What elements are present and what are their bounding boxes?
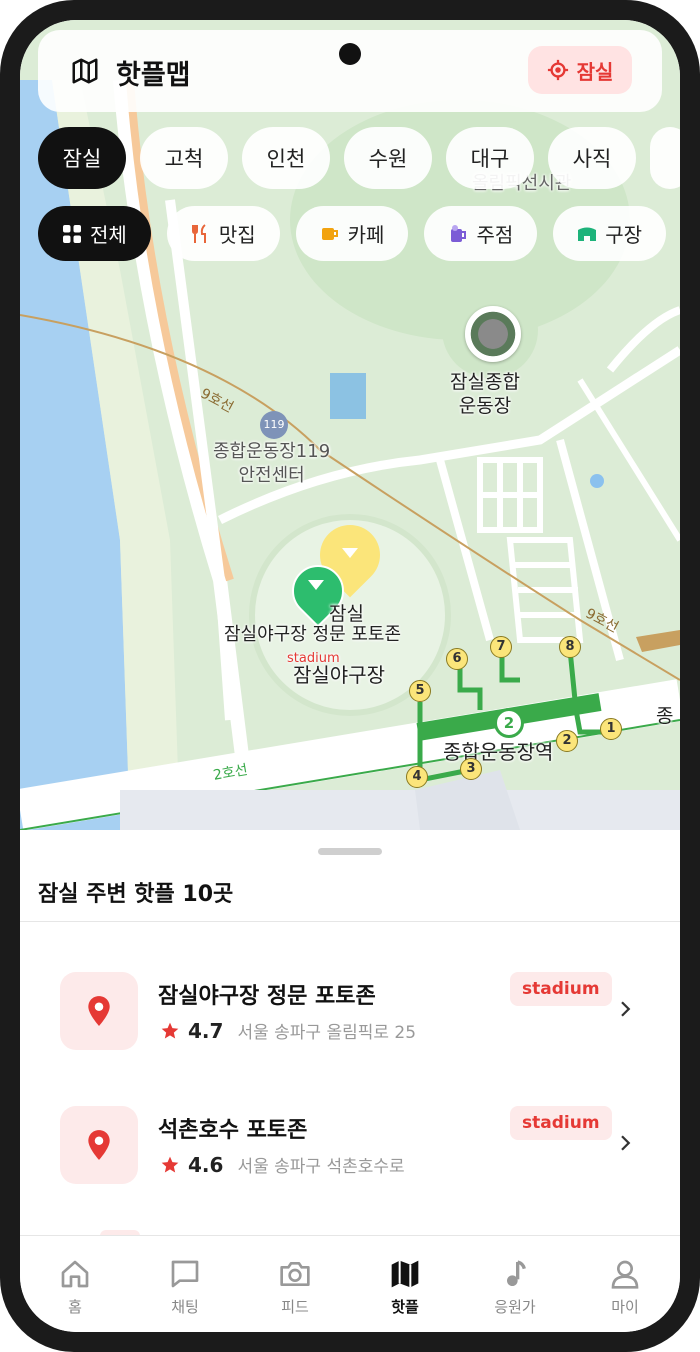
chat-icon [171,1260,199,1288]
nav-chat[interactable]: 채팅 [130,1236,240,1332]
filter-label: 맛집 [218,223,256,247]
region-chip[interactable]: 잠실 [38,127,126,189]
home-icon [61,1260,89,1288]
map-label-fire-center: 종합운동장119 안전센터 [213,441,331,486]
sheet-title: 잠실 주변 핫플 10곳 [38,882,234,907]
place-meta: 4.7 서울 송파구 올림픽로 25 [160,1018,416,1043]
place-rating: 4.6 [188,1152,224,1177]
stadium-photo-marker[interactable] [465,306,521,362]
region-chip[interactable]: 수원 [344,127,432,189]
map-label-olympic-stadium: 잠실종합 운동장 [450,371,520,417]
bottom-navigation: 홈 채팅 피드 핫플 응원가 마이 [20,1235,680,1332]
nav-label: 홈 [68,1298,82,1316]
beer-icon [451,224,467,242]
music-note-icon [507,1260,526,1286]
map-icon [391,1260,419,1288]
map-icon [72,58,98,84]
page-title: 핫플맵 [116,60,191,91]
nav-label: 응원가 [494,1298,536,1316]
front-camera [339,43,361,65]
region-chip-more[interactable] [650,127,680,189]
filter-label: 주점 [476,223,514,247]
fire-station-icon: 119 [260,411,288,439]
filter-label: 전체 [90,223,127,247]
line2-station-badge: 2 [494,708,524,738]
exit-badge: 8 [559,636,581,658]
filter-all[interactable]: 전체 [38,206,151,261]
map-pin-icon [88,1130,110,1160]
marker-arrow-icon [342,548,358,558]
current-location-button[interactable]: 잠실 [528,46,632,94]
map-label-station-cut: 종 [656,705,674,727]
star-icon [161,1022,179,1038]
place-address: 서울 송파구 석촌호수로 [237,1157,405,1177]
place-thumbnail [60,1106,138,1184]
place-name: 잠실야구장 정문 포토존 [158,984,376,1009]
category-filters: 전체 맛집 카페 주점 구장 [38,206,667,261]
exit-badge: 4 [406,766,428,788]
stadium-icon [578,227,597,241]
place-name: 석촌호수 포토존 [158,1118,308,1143]
filter-label: 카페 [347,223,385,247]
target-icon [547,59,568,81]
place-meta: 4.6 서울 송파구 석촌호수로 [160,1152,405,1177]
map-label-station: 종합운동장역 [443,740,554,764]
exit-badge: 1 [600,718,622,740]
exit-badge: 3 [460,758,482,780]
chevron-right-icon [621,1001,631,1017]
map-pin-icon [88,996,110,1026]
camera-icon [280,1262,310,1286]
star-icon [161,1156,179,1172]
place-thumbnail [60,972,138,1050]
map-label-baseball-stadium: 잠실야구장 [293,663,385,687]
nav-feed[interactable]: 피드 [240,1236,350,1332]
nav-label: 핫플 [391,1298,419,1316]
exit-badge: 2 [556,730,578,752]
region-chips: 잠실 고척 인천 수원 대구 사직 [38,127,680,189]
filter-label: 구장 [605,223,643,247]
filter-restaurants[interactable]: 맛집 [166,206,280,261]
nav-label: 채팅 [171,1298,199,1316]
place-rating: 4.7 [188,1018,224,1043]
chevron-right-icon [621,1135,631,1151]
utensils-icon [191,223,206,243]
marker-arrow-icon [308,580,324,590]
divider [20,921,680,922]
map-label-photozone: 잠실야구장 정문 포토존 [224,624,402,645]
list-item-place[interactable]: 잠실야구장 정문 포토존 4.7 서울 송파구 올림픽로 25 stadium [20,972,680,1092]
list-item-place[interactable]: 석촌호수 포토존 4.6 서울 송파구 석촌호수로 stadium [20,1106,680,1226]
filter-bars[interactable]: 주점 [424,206,538,261]
region-chip[interactable]: 사직 [548,127,636,189]
place-address: 서울 송파구 올림픽로 25 [237,1023,417,1043]
user-icon [611,1260,639,1289]
nav-home[interactable]: 홈 [20,1236,130,1332]
places-sheet: 잠실 주변 핫플 10곳 잠실야구장 정문 포토존 4.7 서울 송파구 올림픽… [20,830,680,1236]
category-badge: stadium [510,972,612,1006]
category-badge: stadium [510,1106,612,1140]
filter-stadiums[interactable]: 구장 [553,206,667,261]
location-button-label: 잠실 [576,59,614,84]
region-chip[interactable]: 대구 [446,127,534,189]
exit-badge: 5 [409,680,431,702]
sheet-drag-handle[interactable] [318,848,382,855]
coffee-icon [321,227,338,240]
grid-icon [63,224,81,243]
exit-badge: 7 [490,636,512,658]
nav-hotplace[interactable]: 핫플 [350,1236,460,1332]
nav-cheer-songs[interactable]: 응원가 [460,1236,570,1332]
nav-my[interactable]: 마이 [570,1236,680,1332]
region-chip[interactable]: 인천 [242,127,330,189]
app-screen: 올림픽선시관 잠실종합 운동장 119 종합운동장119 안전센터 잠실 잠실야… [20,20,680,1332]
nav-label: 피드 [281,1298,309,1316]
exit-badge: 6 [446,648,468,670]
filter-cafes[interactable]: 카페 [295,206,409,261]
nav-label: 마이 [611,1298,639,1316]
region-chip[interactable]: 고척 [140,127,228,189]
phone-frame: 올림픽선시관 잠실종합 운동장 119 종합운동장119 안전센터 잠실 잠실야… [0,0,700,1352]
